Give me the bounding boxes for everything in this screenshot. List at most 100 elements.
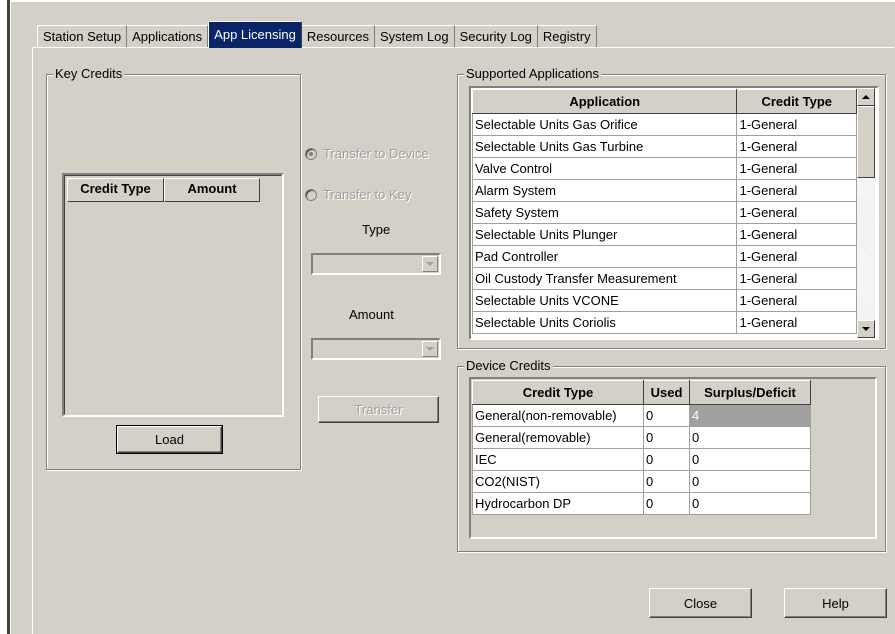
arrow-down-icon xyxy=(862,326,870,331)
scroll-up-button[interactable] xyxy=(857,88,875,106)
supported-applications-grid[interactable]: Application Credit Type Selectable Units… xyxy=(469,86,879,340)
amount-combo[interactable] xyxy=(311,338,441,360)
table-row[interactable]: Safety System 1-General xyxy=(471,201,857,224)
chevron-down-icon xyxy=(426,261,434,266)
arrow-up-icon xyxy=(862,94,870,99)
table-row[interactable]: Selectable Units VCONE 1-General xyxy=(471,289,857,312)
table-row[interactable]: IEC 0 0 xyxy=(472,448,811,471)
key-credits-list[interactable]: Credit Type Amount xyxy=(62,173,284,417)
vertical-scrollbar[interactable] xyxy=(857,88,875,338)
tab-security-log[interactable]: Security Log xyxy=(454,25,538,48)
surplus-cell: 4 xyxy=(689,404,811,427)
surplus-cell: 0 xyxy=(689,492,811,515)
credit-type-cell: 1-General xyxy=(736,223,857,246)
app-licensing-dialog: Station Setup Applications App Licensing… xyxy=(11,0,895,634)
device-credits-group-label: Device Credits xyxy=(464,358,553,374)
col-device-credit-type[interactable]: Credit Type xyxy=(472,380,644,405)
chevron-down-icon xyxy=(426,346,434,351)
table-row[interactable]: Hydrocarbon DP 0 0 xyxy=(472,492,811,515)
table-row[interactable]: General(non-removable) 0 4 xyxy=(472,404,811,427)
used-cell: 0 xyxy=(643,492,690,515)
window-left-edge xyxy=(0,0,10,634)
col-used[interactable]: Used xyxy=(643,380,690,405)
amount-label: Amount xyxy=(349,307,394,322)
app-name-cell: Pad Controller xyxy=(471,245,738,268)
tab-strip: Station Setup Applications App Licensing… xyxy=(37,20,597,48)
tab-applications[interactable]: Applications xyxy=(127,25,209,48)
app-name-cell: Selectable Units Plunger xyxy=(471,223,738,246)
device-credits-table: Credit Type Used Surplus/Deficit General… xyxy=(472,380,811,515)
app-name-cell: Alarm System xyxy=(471,179,738,202)
app-name-cell: Safety System xyxy=(471,201,738,224)
credit-type-cell: IEC xyxy=(472,448,644,471)
table-row[interactable]: Selectable Units Gas Turbine 1-General xyxy=(471,135,857,158)
surplus-cell: 0 xyxy=(689,426,811,449)
credit-type-cell: 1-General xyxy=(736,113,857,136)
credit-type-cell: CO2(NIST) xyxy=(472,470,644,493)
credit-type-cell: 1-General xyxy=(736,135,857,158)
credit-type-cell: 1-General xyxy=(736,245,857,268)
type-combo-dropdown-button[interactable] xyxy=(422,256,438,272)
used-cell: 0 xyxy=(643,404,690,427)
help-button[interactable]: Help xyxy=(784,588,887,618)
table-row[interactable]: General(removable) 0 0 xyxy=(472,426,811,449)
key-credits-group-label: Key Credits xyxy=(53,66,125,82)
table-row[interactable]: CO2(NIST) 0 0 xyxy=(472,470,811,493)
key-credits-col-credit-type[interactable]: Credit Type xyxy=(67,178,164,202)
app-name-cell: Selectable Units Gas Turbine xyxy=(471,135,738,158)
amount-combo-dropdown-button[interactable] xyxy=(422,341,438,357)
used-cell: 0 xyxy=(643,426,690,449)
table-row[interactable]: Valve Control 1-General xyxy=(471,157,857,180)
load-button-label: Load xyxy=(155,432,184,447)
col-application[interactable]: Application xyxy=(471,89,738,114)
credit-type-cell: General(removable) xyxy=(472,426,644,449)
table-row[interactable]: Selectable Units Plunger 1-General xyxy=(471,223,857,246)
credit-type-cell: 1-General xyxy=(736,157,857,180)
load-button[interactable]: Load xyxy=(116,425,223,454)
table-row[interactable]: Alarm System 1-General xyxy=(471,179,857,202)
credit-type-cell: 1-General xyxy=(736,289,857,312)
credit-type-cell: General(non-removable) xyxy=(472,404,644,427)
credit-type-cell: 1-General xyxy=(736,311,857,334)
transfer-to-device-radio[interactable]: Transfer to Device xyxy=(305,146,429,161)
col-credit-type[interactable]: Credit Type xyxy=(736,89,857,114)
table-row[interactable]: Selectable Units Coriolis 1-General xyxy=(471,311,857,334)
help-button-label: Help xyxy=(822,595,849,611)
supported-applications-table: Application Credit Type Selectable Units… xyxy=(471,89,857,334)
surplus-cell: 0 xyxy=(689,448,811,471)
tab-resources[interactable]: Resources xyxy=(301,25,375,48)
credit-type-cell: Hydrocarbon DP xyxy=(472,492,644,515)
tab-app-licensing[interactable]: App Licensing xyxy=(208,21,302,48)
scroll-thumb[interactable] xyxy=(857,106,875,178)
transfer-to-key-radio[interactable]: Transfer to Key xyxy=(305,187,411,202)
used-cell: 0 xyxy=(643,470,690,493)
tab-registry[interactable]: Registry xyxy=(537,25,597,48)
scroll-down-button[interactable] xyxy=(857,320,875,338)
app-name-cell: Oil Custody Transfer Measurement xyxy=(471,267,738,290)
tab-station-setup[interactable]: Station Setup xyxy=(37,25,128,48)
col-surplus-deficit[interactable]: Surplus/Deficit xyxy=(689,380,811,405)
credit-type-cell: 1-General xyxy=(736,201,857,224)
supported-applications-group-label: Supported Applications xyxy=(464,66,601,82)
table-row[interactable]: Oil Custody Transfer Measurement 1-Genera… xyxy=(471,267,857,290)
tab-system-log[interactable]: System Log xyxy=(374,25,455,48)
app-name-cell: Selectable Units Gas Orifice xyxy=(471,113,738,136)
device-credits-grid[interactable]: Credit Type Used Surplus/Deficit General… xyxy=(469,377,877,539)
app-name-cell: Valve Control xyxy=(471,157,738,180)
table-row[interactable]: Pad Controller 1-General xyxy=(471,245,857,268)
app-name-cell: Selectable Units VCONE xyxy=(471,289,738,312)
close-button[interactable]: Close xyxy=(649,588,752,618)
type-label: Type xyxy=(362,222,391,237)
radio-dot-checked xyxy=(305,147,317,160)
type-combo[interactable] xyxy=(311,253,441,275)
close-button-label: Close xyxy=(683,595,718,611)
key-credits-col-amount[interactable]: Amount xyxy=(164,178,260,202)
table-row[interactable]: Selectable Units Gas Orifice 1-General xyxy=(471,113,857,136)
radio-dot xyxy=(305,188,317,201)
transfer-to-key-label: Transfer to Key xyxy=(323,187,412,202)
app-name-cell: Selectable Units Coriolis xyxy=(471,311,738,334)
transfer-button[interactable]: Transfer xyxy=(318,396,439,423)
credit-type-cell: 1-General xyxy=(736,179,857,202)
credit-type-cell: 1-General xyxy=(736,267,857,290)
transfer-button-label: Transfer xyxy=(354,402,403,417)
